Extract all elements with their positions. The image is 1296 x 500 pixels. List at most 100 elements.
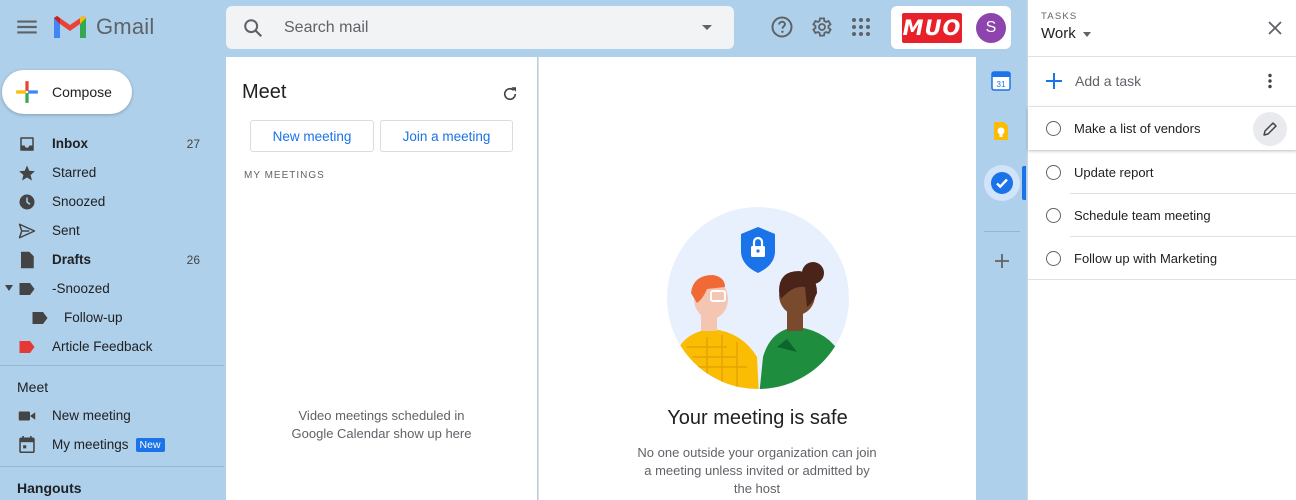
- new-badge: New: [135, 437, 165, 452]
- sidebar-item-snoozed[interactable]: Snoozed: [0, 187, 224, 216]
- star-icon: [17, 163, 37, 183]
- task-item[interactable]: Follow up with Marketing: [1028, 237, 1296, 280]
- unread-count: 27: [186, 136, 200, 151]
- compose-plus-icon: [16, 81, 38, 103]
- task-item[interactable]: Schedule team meeting: [1028, 194, 1296, 237]
- tasks-panel: TASKS Work Add a task Make a list of ven…: [1027, 0, 1296, 500]
- search-input[interactable]: Search mail: [284, 19, 702, 37]
- brand-logo: MUO: [902, 13, 962, 43]
- draft-count: 26: [186, 252, 200, 267]
- gmail-m-icon: [54, 16, 86, 38]
- sidebar-new-meeting[interactable]: New meeting: [0, 401, 224, 430]
- task-title[interactable]: Make a list of vendors: [1074, 121, 1253, 136]
- settings-gear-icon[interactable]: [809, 15, 833, 39]
- chevron-down-icon: [1082, 32, 1091, 37]
- task-complete-checkbox[interactable]: [1046, 121, 1061, 136]
- draft-icon: [17, 250, 37, 270]
- new-meeting-button[interactable]: New meeting: [250, 120, 374, 152]
- calendar-day: 31: [997, 80, 1006, 89]
- empty-message-line: Google Calendar show up here: [291, 426, 472, 441]
- meet-panel-title: Meet: [242, 81, 287, 103]
- sidebar-item-inbox[interactable]: Inbox 27: [0, 129, 224, 158]
- my-meetings-heading: MY MEETINGS: [244, 170, 325, 181]
- refresh-icon[interactable]: [501, 85, 519, 103]
- sidebar-item-starred[interactable]: Starred: [0, 158, 224, 187]
- sidebar-item-label: -Snoozed: [52, 281, 110, 296]
- label-icon: [30, 308, 50, 328]
- sidebar-item-label: Inbox: [52, 136, 88, 151]
- clock-icon: [17, 192, 37, 212]
- tasks-header-label: TASKS: [1041, 11, 1078, 22]
- sidebar-item-label: Snoozed: [52, 194, 106, 209]
- task-list-end-divider: [1028, 279, 1296, 280]
- sidebar-item-label: My meetings: [52, 437, 129, 452]
- sidebar-item-label: New meeting: [52, 408, 131, 423]
- tasks-app-icon[interactable]: [990, 171, 1014, 195]
- meet-panel: Meet New meeting Join a meeting MY MEETI…: [226, 57, 537, 500]
- search-options-icon[interactable]: [702, 25, 712, 30]
- sidebar-item-label: Starred: [52, 165, 97, 180]
- sidebar-divider: [0, 466, 224, 467]
- tasks-active-indicator: [1022, 166, 1026, 200]
- task-title[interactable]: Follow up with Marketing: [1074, 251, 1296, 266]
- inbox-icon: [17, 134, 37, 154]
- account-area: MUO S: [891, 6, 1011, 49]
- task-item[interactable]: Update report: [1028, 151, 1296, 194]
- sidebar-item-label: Drafts: [52, 252, 92, 267]
- calendar-icon: [17, 435, 37, 455]
- close-icon[interactable]: [1267, 20, 1283, 36]
- calendar-app-glyph: 31: [991, 71, 1011, 91]
- app-name: Gmail: [96, 14, 155, 39]
- calendar-app-icon[interactable]: 31: [990, 70, 1014, 94]
- add-app-plus-icon[interactable]: [993, 252, 1011, 270]
- sidebar-item-sent[interactable]: Sent: [0, 216, 224, 245]
- sidebar-item-snoozed-label[interactable]: -Snoozed: [0, 274, 224, 303]
- task-title[interactable]: Update report: [1074, 165, 1296, 180]
- video-icon: [17, 406, 37, 426]
- compose-button[interactable]: Compose: [2, 70, 132, 114]
- join-meeting-button[interactable]: Join a meeting: [380, 120, 513, 152]
- task-complete-checkbox[interactable]: [1046, 208, 1061, 223]
- add-task-row[interactable]: Add a task: [1028, 58, 1296, 104]
- expand-arrow-icon[interactable]: [5, 285, 13, 291]
- task-title[interactable]: Schedule team meeting: [1074, 208, 1296, 223]
- gmail-logo[interactable]: Gmail: [52, 12, 154, 42]
- compose-label: Compose: [52, 84, 112, 100]
- meeting-safe-illustration: [667, 207, 849, 389]
- edit-task-button[interactable]: [1253, 111, 1287, 146]
- label-icon: [17, 337, 37, 357]
- help-icon[interactable]: [770, 15, 794, 39]
- task-list-selector[interactable]: Work: [1041, 25, 1091, 42]
- sidebar-divider: [0, 365, 224, 366]
- add-task-button[interactable]: Add a task: [1075, 73, 1261, 89]
- avatar[interactable]: S: [976, 13, 1006, 43]
- sidebar-my-meetings[interactable]: My meetings New: [0, 430, 224, 459]
- task-complete-checkbox[interactable]: [1046, 165, 1061, 180]
- add-task-plus-icon: [1046, 73, 1062, 89]
- safe-description-line: No one outside your organization can joi…: [637, 445, 877, 460]
- tasks-check-icon: [991, 172, 1013, 194]
- search-bar[interactable]: Search mail: [226, 6, 734, 49]
- sidebar-item-label: Article Feedback: [52, 339, 153, 354]
- meeting-safe-panel: Your meeting is safe No one outside your…: [538, 57, 976, 500]
- more-options-icon[interactable]: [1261, 72, 1279, 90]
- apps-grid-icon[interactable]: [849, 15, 873, 39]
- main-menu-icon[interactable]: [14, 14, 40, 40]
- search-icon[interactable]: [242, 17, 264, 39]
- safe-title: Your meeting is safe: [667, 407, 848, 429]
- task-list-name: Work: [1041, 25, 1076, 42]
- sidebar-item-drafts[interactable]: Drafts 26: [0, 245, 224, 274]
- tasks-header-divider: [1028, 56, 1296, 57]
- safe-description: No one outside your organization can joi…: [634, 444, 880, 498]
- hangouts-section-title: Hangouts: [17, 480, 82, 496]
- task-complete-checkbox[interactable]: [1046, 251, 1061, 266]
- sidebar-item-follow-up[interactable]: Follow-up: [0, 303, 224, 332]
- empty-meetings-message: Video meetings scheduled in Google Calen…: [226, 407, 537, 443]
- sidebar-item-article-feedback[interactable]: Article Feedback: [0, 332, 224, 361]
- sidebar-item-label: Follow-up: [64, 310, 123, 325]
- keep-app-icon[interactable]: [990, 120, 1014, 144]
- task-item[interactable]: Make a list of vendors: [1028, 107, 1296, 150]
- keep-bulb-icon: [994, 122, 1008, 140]
- meet-section-title: Meet: [17, 379, 49, 395]
- send-icon: [17, 221, 37, 241]
